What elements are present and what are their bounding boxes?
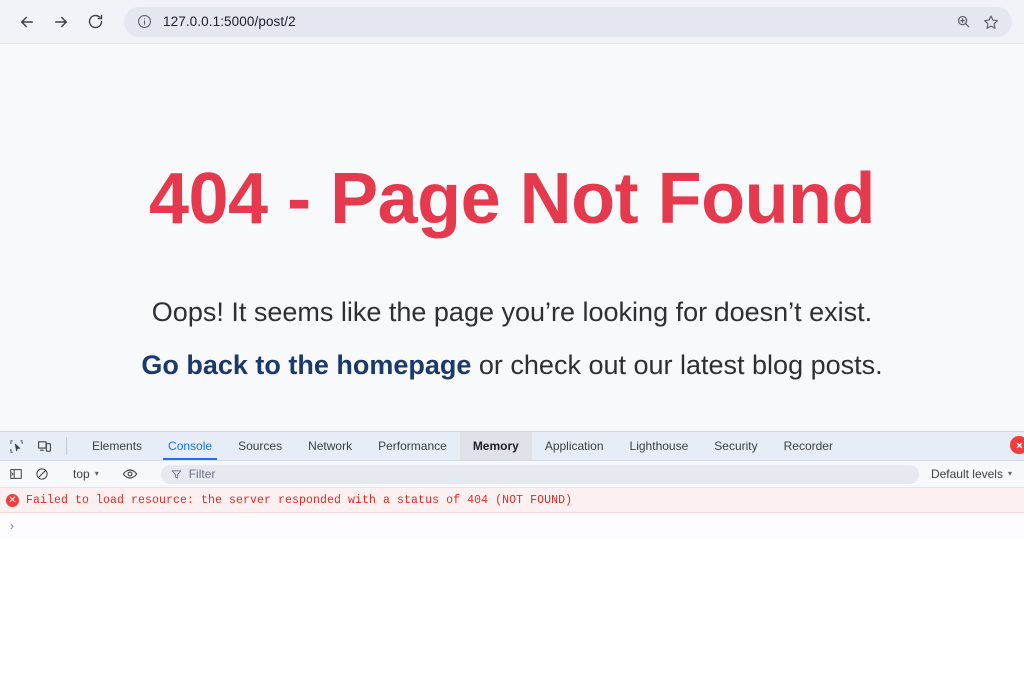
execution-context-select[interactable]: top ▾: [67, 464, 105, 484]
devtools-tool-icons: [0, 432, 62, 460]
browser-toolbar: 127.0.0.1:5000/post/2: [0, 0, 1024, 44]
info-circle-icon[interactable]: [134, 12, 154, 32]
tab-security[interactable]: Security: [701, 432, 770, 460]
error-count-badge[interactable]: [1010, 436, 1024, 454]
console-message-text: Failed to load resource: the server resp…: [26, 494, 572, 507]
devtools-tab-list: Elements Console Sources Network Perform…: [71, 432, 1024, 460]
devtools-panel: Elements Console Sources Network Perform…: [0, 431, 1024, 678]
error-page-content: 404 - Page Not Found Oops! It seems like…: [0, 44, 1024, 383]
execution-context-value: top: [73, 467, 90, 481]
tab-application[interactable]: Application: [532, 432, 617, 460]
tab-sources[interactable]: Sources: [225, 432, 295, 460]
chevron-down-icon: ▾: [95, 470, 99, 478]
page-viewport: 404 - Page Not Found Oops! It seems like…: [0, 44, 1024, 431]
prompt-chevron-icon: ›: [8, 520, 16, 533]
devtools-tabbar: Elements Console Sources Network Perform…: [0, 432, 1024, 461]
console-toolbar: top ▾ Filter Default levels ▾: [0, 461, 1024, 488]
chevron-down-icon-levels: ▾: [1008, 470, 1012, 478]
tab-elements[interactable]: Elements: [79, 432, 155, 460]
inspect-element-icon[interactable]: [4, 434, 28, 458]
log-levels-value: Default levels: [931, 467, 1003, 481]
console-message-row[interactable]: ✕ Failed to load resource: the server re…: [0, 488, 1024, 513]
url-text[interactable]: 127.0.0.1:5000/post/2: [163, 14, 948, 29]
console-output: ✕ Failed to load resource: the server re…: [0, 488, 1024, 678]
console-prompt[interactable]: ›: [0, 513, 1024, 539]
log-levels-select[interactable]: Default levels ▾: [927, 467, 1016, 481]
back-button[interactable]: [12, 7, 42, 37]
zoom-magnifier-icon[interactable]: [950, 9, 976, 35]
console-sidebar-icon[interactable]: [4, 462, 28, 486]
filter-funnel-icon: [171, 469, 182, 480]
console-filter-placeholder: Filter: [189, 467, 216, 481]
page-title: 404 - Page Not Found: [0, 162, 1024, 238]
forward-arrow-icon: [52, 13, 70, 31]
tab-recorder[interactable]: Recorder: [771, 432, 846, 460]
tab-performance[interactable]: Performance: [365, 432, 460, 460]
device-toolbar-icon[interactable]: [32, 434, 56, 458]
back-arrow-icon: [18, 13, 36, 31]
clear-console-icon[interactable]: [30, 462, 54, 486]
homepage-link[interactable]: Go back to the homepage: [141, 350, 471, 380]
star-outline-icon[interactable]: [978, 9, 1004, 35]
error-circle-icon: [1014, 440, 1024, 451]
tab-memory[interactable]: Memory: [460, 432, 532, 460]
reload-icon: [87, 13, 104, 30]
error-subtitle: Oops! It seems like the page you’re look…: [0, 238, 1024, 330]
live-expression-eye-icon[interactable]: [118, 462, 142, 486]
error-links-line: Go back to the homepage or check out our…: [0, 329, 1024, 383]
forward-button[interactable]: [46, 7, 76, 37]
tab-network[interactable]: Network: [295, 432, 365, 460]
tab-console[interactable]: Console: [155, 432, 225, 460]
toolbar-divider: [66, 437, 67, 455]
console-filter-input[interactable]: Filter: [161, 465, 919, 484]
tab-lighthouse[interactable]: Lighthouse: [617, 432, 702, 460]
reload-button[interactable]: [80, 7, 110, 37]
error-links-suffix: or check out our latest blog posts.: [471, 350, 882, 380]
address-bar[interactable]: 127.0.0.1:5000/post/2: [124, 7, 1012, 37]
error-circle-icon: ✕: [6, 494, 19, 507]
